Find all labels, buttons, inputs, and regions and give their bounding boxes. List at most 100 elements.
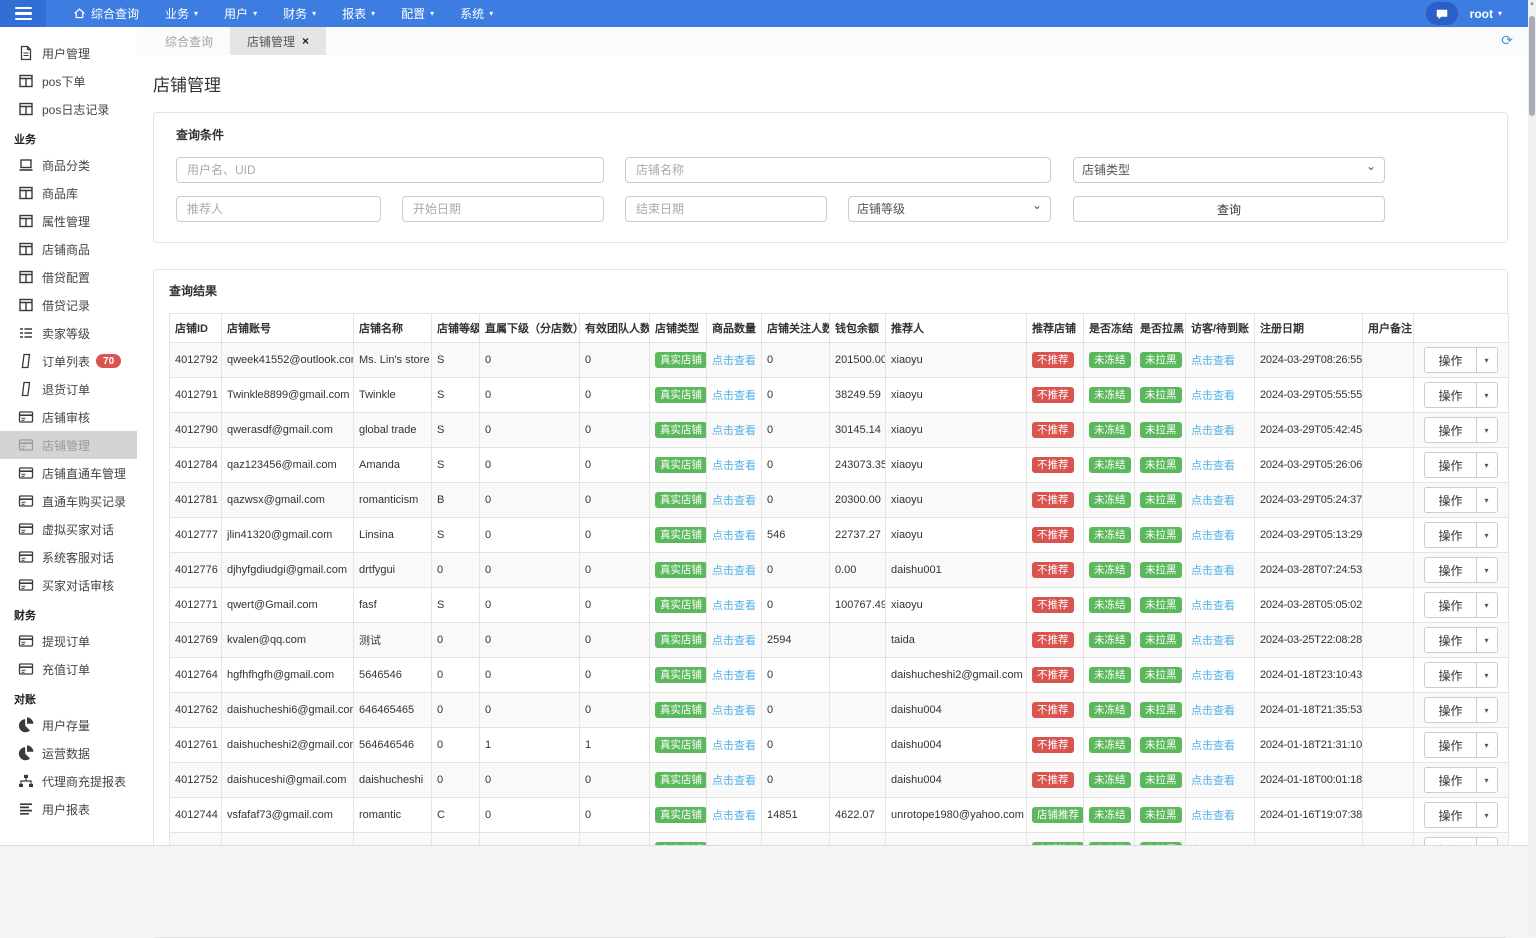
tab-close-icon[interactable]: × bbox=[302, 34, 309, 48]
visitors-view-link[interactable]: 点击查看 bbox=[1191, 670, 1235, 682]
action-dropdown-button[interactable]: ▾ bbox=[1476, 557, 1498, 583]
scrollbar[interactable]: ▲ bbox=[1528, 0, 1536, 937]
sidebar-item[interactable]: 属性管理 bbox=[0, 207, 137, 235]
goods-view-link[interactable]: 点击查看 bbox=[712, 600, 756, 612]
scrollbar-up-arrow[interactable]: ▲ bbox=[1528, 1, 1536, 7]
action-button[interactable]: 操作 bbox=[1424, 347, 1477, 373]
user-menu[interactable]: root ▾ bbox=[1470, 7, 1502, 21]
start-date-input[interactable] bbox=[402, 196, 604, 222]
sidebar-item[interactable]: 充值订单 bbox=[0, 655, 137, 683]
action-button[interactable]: 操作 bbox=[1424, 557, 1477, 583]
sidebar-item[interactable]: 用户报表 bbox=[0, 795, 137, 823]
visitors-view-link[interactable]: 点击查看 bbox=[1191, 530, 1235, 542]
sidebar-item[interactable]: 店铺直通车管理 bbox=[0, 459, 137, 487]
nav-item-5[interactable]: 配置 ▾ bbox=[388, 0, 447, 27]
action-dropdown-button[interactable]: ▾ bbox=[1476, 802, 1498, 828]
goods-view-link[interactable]: 点击查看 bbox=[712, 530, 756, 542]
goods-view-link[interactable]: 点击查看 bbox=[712, 775, 756, 787]
referrer-input[interactable] bbox=[176, 196, 381, 222]
action-dropdown-button[interactable]: ▾ bbox=[1476, 347, 1498, 373]
action-button[interactable]: 操作 bbox=[1424, 732, 1477, 758]
action-dropdown-button[interactable]: ▾ bbox=[1476, 382, 1498, 408]
sidebar-item[interactable]: 店铺审核 bbox=[0, 403, 137, 431]
sidebar-item[interactable]: 店铺管理 bbox=[0, 431, 137, 459]
sidebar-item[interactable]: pos日志记录 bbox=[0, 95, 137, 123]
visitors-view-link[interactable]: 点击查看 bbox=[1191, 705, 1235, 717]
goods-view-link[interactable]: 点击查看 bbox=[712, 810, 756, 822]
visitors-view-link[interactable]: 点击查看 bbox=[1191, 390, 1235, 402]
goods-view-link[interactable]: 点击查看 bbox=[712, 635, 756, 647]
action-dropdown-button[interactable]: ▾ bbox=[1476, 417, 1498, 443]
action-button[interactable]: 操作 bbox=[1424, 802, 1477, 828]
action-dropdown-button[interactable]: ▾ bbox=[1476, 767, 1498, 793]
sidebar-item[interactable]: 店铺商品 bbox=[0, 235, 137, 263]
action-button[interactable]: 操作 bbox=[1424, 452, 1477, 478]
sidebar-item[interactable]: 虚拟买家对话 bbox=[0, 515, 137, 543]
action-button[interactable]: 操作 bbox=[1424, 592, 1477, 618]
search-button[interactable]: 查询 bbox=[1073, 196, 1385, 222]
visitors-view-link[interactable]: 点击查看 bbox=[1191, 810, 1235, 822]
action-dropdown-button[interactable]: ▾ bbox=[1476, 487, 1498, 513]
action-button[interactable]: 操作 bbox=[1424, 662, 1477, 688]
action-dropdown-button[interactable]: ▾ bbox=[1476, 662, 1498, 688]
goods-view-link[interactable]: 点击查看 bbox=[712, 495, 756, 507]
action-button[interactable]: 操作 bbox=[1424, 627, 1477, 653]
nav-item-home[interactable]: 综合查询 bbox=[60, 0, 152, 27]
action-button[interactable]: 操作 bbox=[1424, 487, 1477, 513]
goods-view-link[interactable]: 点击查看 bbox=[712, 390, 756, 402]
goods-view-link[interactable]: 点击查看 bbox=[712, 425, 756, 437]
visitors-view-link[interactable]: 点击查看 bbox=[1191, 740, 1235, 752]
shop-name-input[interactable] bbox=[625, 157, 1051, 183]
sidebar-item[interactable]: 用户存量 bbox=[0, 711, 137, 739]
nav-item-1[interactable]: 业务 ▾ bbox=[152, 0, 211, 27]
shop-type-select[interactable]: 店铺类型 bbox=[1073, 157, 1385, 183]
sidebar-item[interactable]: 卖家等级 bbox=[0, 319, 137, 347]
nav-item-4[interactable]: 报表 ▾ bbox=[329, 0, 388, 27]
action-dropdown-button[interactable]: ▾ bbox=[1476, 522, 1498, 548]
goods-view-link[interactable]: 点击查看 bbox=[712, 355, 756, 367]
scrollbar-thumb[interactable] bbox=[1529, 16, 1535, 116]
sidebar-item[interactable]: 提现订单 bbox=[0, 627, 137, 655]
action-dropdown-button[interactable]: ▾ bbox=[1476, 732, 1498, 758]
sidebar-item[interactable]: 直通车购买记录 bbox=[0, 487, 137, 515]
goods-view-link[interactable]: 点击查看 bbox=[712, 670, 756, 682]
sidebar-item[interactable]: 借贷记录 bbox=[0, 291, 137, 319]
sidebar-item[interactable]: 用户管理 bbox=[0, 39, 137, 67]
nav-item-6[interactable]: 系统 ▾ bbox=[447, 0, 506, 27]
sidebar-item[interactable]: 商品分类 bbox=[0, 151, 137, 179]
sidebar-item[interactable]: 商品库 bbox=[0, 179, 137, 207]
visitors-view-link[interactable]: 点击查看 bbox=[1191, 600, 1235, 612]
refresh-icon[interactable]: ⟳ bbox=[1501, 32, 1513, 49]
sidebar-item[interactable]: 退货订单 bbox=[0, 375, 137, 403]
action-dropdown-button[interactable]: ▾ bbox=[1476, 697, 1498, 723]
goods-view-link[interactable]: 点击查看 bbox=[712, 740, 756, 752]
action-button[interactable]: 操作 bbox=[1424, 417, 1477, 443]
sidebar-item[interactable]: 运营数据 bbox=[0, 739, 137, 767]
sidebar-item[interactable]: 系统客服对话 bbox=[0, 543, 137, 571]
visitors-view-link[interactable]: 点击查看 bbox=[1191, 425, 1235, 437]
visitors-view-link[interactable]: 点击查看 bbox=[1191, 775, 1235, 787]
sidebar-toggle-button[interactable] bbox=[0, 0, 46, 27]
action-dropdown-button[interactable]: ▾ bbox=[1476, 627, 1498, 653]
action-button[interactable]: 操作 bbox=[1424, 697, 1477, 723]
sidebar-item[interactable]: pos下单 bbox=[0, 67, 137, 95]
username-input[interactable] bbox=[176, 157, 604, 183]
action-dropdown-button[interactable]: ▾ bbox=[1476, 592, 1498, 618]
nav-item-3[interactable]: 财务 ▾ bbox=[270, 0, 329, 27]
visitors-view-link[interactable]: 点击查看 bbox=[1191, 355, 1235, 367]
action-button[interactable]: 操作 bbox=[1424, 522, 1477, 548]
end-date-input[interactable] bbox=[625, 196, 827, 222]
sidebar-item[interactable]: 借贷配置 bbox=[0, 263, 137, 291]
goods-view-link[interactable]: 点击查看 bbox=[712, 460, 756, 472]
sidebar-item[interactable]: 买家对话审核 bbox=[0, 571, 137, 599]
action-button[interactable]: 操作 bbox=[1424, 767, 1477, 793]
shop-level-select[interactable]: 店铺等级 bbox=[848, 196, 1051, 222]
visitors-view-link[interactable]: 点击查看 bbox=[1191, 565, 1235, 577]
chat-button[interactable] bbox=[1425, 2, 1458, 25]
nav-item-2[interactable]: 用户 ▾ bbox=[211, 0, 270, 27]
tab[interactable]: 店铺管理 × bbox=[230, 27, 327, 55]
sidebar-item[interactable]: 代理商充提报表 bbox=[0, 767, 137, 795]
action-button[interactable]: 操作 bbox=[1424, 382, 1477, 408]
visitors-view-link[interactable]: 点击查看 bbox=[1191, 495, 1235, 507]
tab[interactable]: 综合查询 bbox=[148, 27, 230, 55]
